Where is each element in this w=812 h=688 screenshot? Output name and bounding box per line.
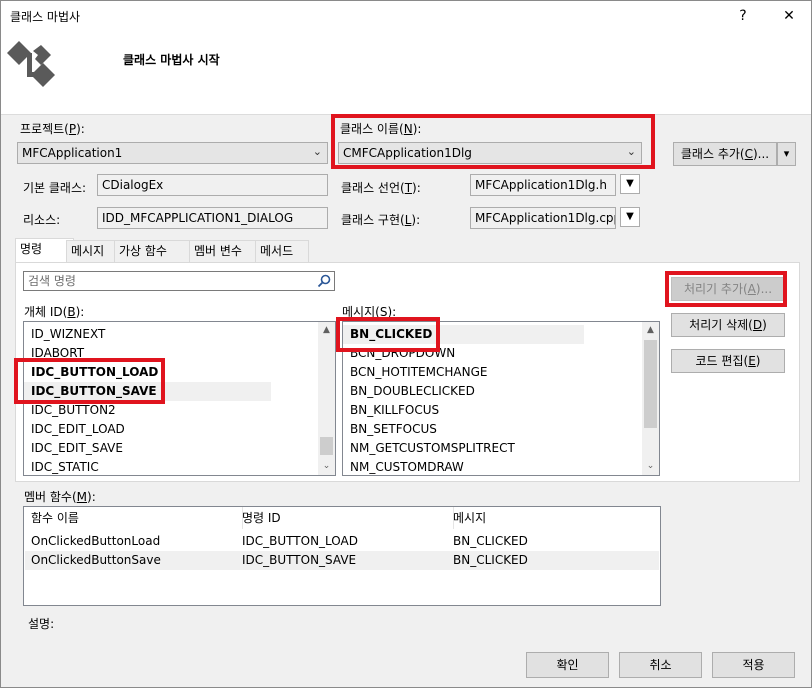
table-cell[interactable]: OnClickedButtonSave bbox=[24, 551, 161, 570]
tab-virtual-functions[interactable]: 가상 함수 bbox=[114, 240, 198, 263]
scroll-down-icon[interactable]: ⌄ bbox=[642, 458, 659, 475]
scroll-thumb[interactable] bbox=[644, 340, 657, 428]
triangle-down-icon: ▼ bbox=[626, 211, 634, 222]
class-wizard-window: 클래스 마법사 ? ✕ 클래스 마법사 시작 프로젝트(P): MFCAppli… bbox=[0, 0, 812, 688]
project-value: MFCApplication1 bbox=[22, 146, 123, 160]
search-input[interactable]: 검색 명령 bbox=[23, 271, 335, 291]
search-icon[interactable] bbox=[317, 274, 331, 288]
list-item[interactable]: IDC_EDIT_SAVE bbox=[24, 439, 123, 458]
class-impl-label: 클래스 구현(L): bbox=[341, 213, 421, 227]
wizard-header: 클래스 마법사 시작 bbox=[1, 31, 811, 115]
edit-code-button[interactable]: 코드 편집(E) bbox=[671, 349, 785, 373]
add-class-button[interactable]: 클래스 추가(C)... bbox=[673, 142, 777, 166]
resource-field: IDD_MFCAPPLICATION1_DIALOG bbox=[97, 207, 328, 229]
add-handler-highlight bbox=[665, 271, 787, 307]
column-header-message[interactable]: 메시지 bbox=[446, 507, 667, 529]
list-item[interactable]: IDC_STATIC bbox=[24, 458, 99, 475]
tab-member-variables[interactable]: 멤버 변수 bbox=[189, 240, 264, 263]
list-item[interactable]: NM_CUSTOMDRAW bbox=[343, 458, 464, 475]
search-placeholder: 검색 명령 bbox=[28, 274, 76, 288]
scroll-thumb[interactable] bbox=[320, 437, 333, 455]
class-decl-field: MFCApplication1Dlg.h bbox=[470, 174, 616, 196]
messages-highlight bbox=[336, 317, 440, 352]
class-decl-label: 클래스 선언(T): bbox=[341, 181, 421, 195]
class-impl-dropdown[interactable]: ▼ bbox=[620, 207, 640, 227]
title-bar: 클래스 마법사 ? ✕ bbox=[1, 1, 811, 31]
cancel-button[interactable]: 취소 bbox=[619, 652, 702, 678]
wizard-subtitle: 클래스 마법사 시작 bbox=[123, 53, 220, 67]
list-item[interactable]: BN_SETFOCUS bbox=[343, 420, 437, 439]
object-ids-scrollbar[interactable]: ▲ ⌄ bbox=[318, 322, 335, 475]
class-name-highlight bbox=[331, 114, 655, 169]
table-cell[interactable]: BN_CLICKED bbox=[446, 532, 528, 551]
list-item[interactable]: BCN_HOTITEMCHANGE bbox=[343, 363, 487, 382]
table-cell[interactable]: IDC_BUTTON_SAVE bbox=[235, 551, 356, 570]
ok-button[interactable]: 확인 bbox=[526, 652, 609, 678]
member-functions-label: 멤버 함수(M): bbox=[24, 490, 96, 504]
add-class-dropdown-button[interactable]: ▾ bbox=[777, 142, 796, 166]
column-header-function-name[interactable]: 함수 이름 bbox=[24, 507, 243, 529]
object-ids-label: 개체 ID(B): bbox=[24, 305, 85, 319]
table-cell[interactable]: BN_CLICKED bbox=[446, 551, 528, 570]
member-functions-grid[interactable]: 함수 이름 명령 ID 메시지 OnClickedButtonLoad IDC_… bbox=[23, 506, 661, 606]
class-decl-dropdown[interactable]: ▼ bbox=[620, 174, 640, 194]
apply-button[interactable]: 적용 bbox=[712, 652, 795, 678]
base-class-label: 기본 클래스: bbox=[23, 181, 87, 195]
scroll-up-icon[interactable]: ▲ bbox=[318, 322, 335, 339]
resource-label: 리소스: bbox=[23, 213, 61, 227]
delete-handler-button[interactable]: 처리기 삭제(D) bbox=[671, 313, 785, 337]
class-wizard-icon bbox=[5, 39, 61, 91]
messages-scrollbar[interactable]: ▲ ⌄ bbox=[642, 322, 659, 475]
class-impl-field: MFCApplication1Dlg.cpp bbox=[470, 207, 616, 229]
scroll-down-icon[interactable]: ⌄ bbox=[318, 458, 335, 475]
tab-methods[interactable]: 메서드 bbox=[255, 240, 309, 263]
table-cell[interactable]: IDC_BUTTON_LOAD bbox=[235, 532, 358, 551]
close-button[interactable]: ✕ bbox=[777, 5, 801, 27]
description-label: 설명: bbox=[28, 617, 55, 631]
list-item[interactable]: IDC_EDIT_LOAD bbox=[24, 420, 125, 439]
list-item[interactable]: ID_WIZNEXT bbox=[24, 325, 105, 344]
scroll-up-icon[interactable]: ▲ bbox=[642, 322, 659, 339]
list-item[interactable]: BN_DOUBLECLICKED bbox=[343, 382, 475, 401]
help-button[interactable]: ? bbox=[731, 5, 755, 27]
triangle-down-icon: ▼ bbox=[626, 178, 634, 189]
base-class-field: CDialogEx bbox=[97, 174, 328, 196]
list-item[interactable]: BN_KILLFOCUS bbox=[343, 401, 439, 420]
chevron-down-icon: ⌄ bbox=[312, 145, 322, 158]
column-header-command-id[interactable]: 명령 ID bbox=[235, 507, 454, 529]
table-cell[interactable]: OnClickedButtonLoad bbox=[24, 532, 160, 551]
window-title: 클래스 마법사 bbox=[10, 10, 81, 24]
project-combo[interactable]: MFCApplication1 ⌄ bbox=[17, 142, 328, 164]
list-item[interactable]: NM_GETCUSTOMSPLITRECT bbox=[343, 439, 515, 458]
object-ids-highlight bbox=[14, 358, 165, 404]
project-label: 프로젝트(P): bbox=[20, 122, 85, 136]
